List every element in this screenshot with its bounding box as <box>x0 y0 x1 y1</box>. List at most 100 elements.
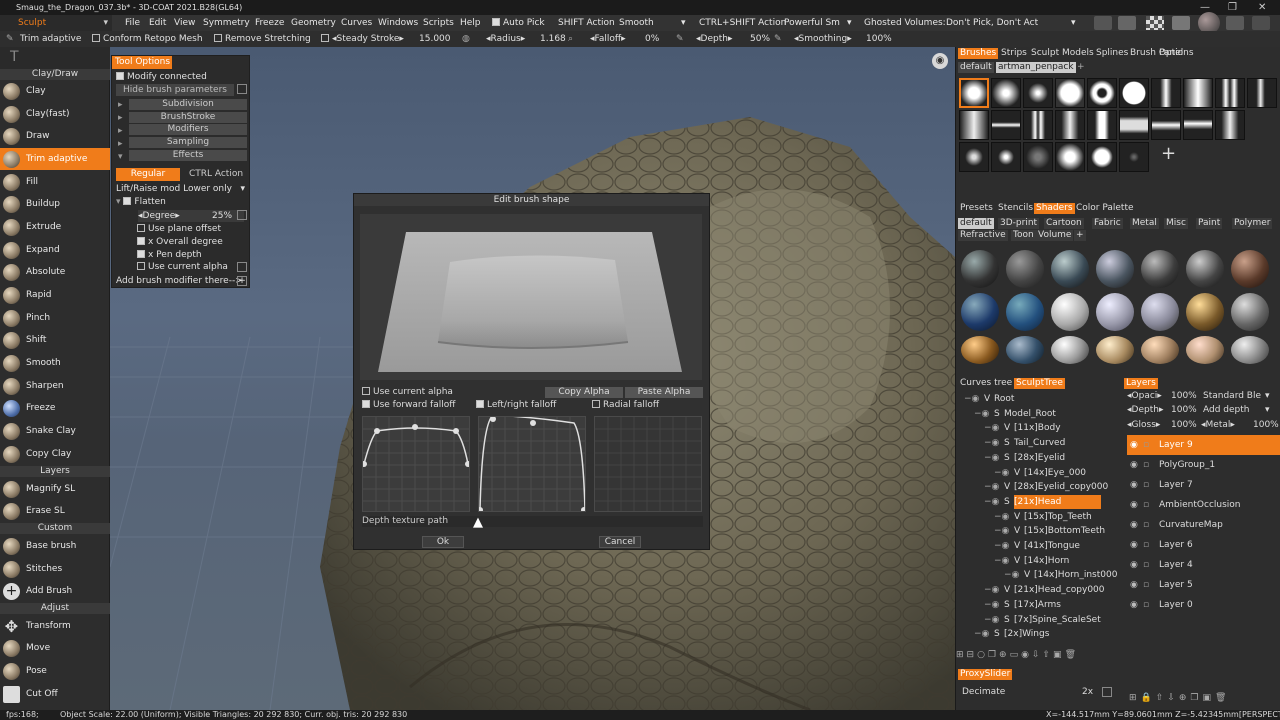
menu-edit[interactable]: Edit <box>149 15 166 31</box>
shader-cat-cartoon[interactable]: Cartoon <box>1044 218 1084 229</box>
menu-curves[interactable]: Curves <box>341 15 372 31</box>
steady-stroke-value[interactable]: 15.000 <box>419 31 451 47</box>
ghosted-volumes-select[interactable]: Don't Pick, Don't Act ▾ <box>946 15 1076 31</box>
shader-ball-6[interactable] <box>1186 250 1224 288</box>
flatten-toggle[interactable]: ▾ Flatten <box>116 196 249 208</box>
paste-alpha-button[interactable]: Paste Alpha <box>625 387 703 398</box>
section-modifiers[interactable]: Modifiers <box>129 124 247 135</box>
lift-raise-select[interactable]: Lift/Raise mod Lower only ▾ <box>116 183 249 195</box>
tool-fill[interactable]: Fill <box>0 171 110 193</box>
tab-sculpt-models[interactable]: Sculpt Models <box>1029 48 1096 59</box>
lock-icon[interactable]: ▫ <box>1143 595 1149 615</box>
use-current-alpha-checkbox[interactable]: Use current alpha <box>362 387 453 397</box>
shader-cat-default[interactable]: default <box>958 218 994 229</box>
shader-ball-8[interactable] <box>961 293 999 331</box>
eye-icon[interactable]: ◉ <box>1130 515 1138 535</box>
section-effects[interactable]: Effects <box>129 150 247 161</box>
section-sampling[interactable]: Sampling <box>129 137 247 148</box>
tool-pose[interactable]: Pose <box>0 660 110 682</box>
layer-item[interactable]: ◉ ▫ Layer 5 <box>1127 575 1280 595</box>
brush-alpha-12[interactable] <box>991 110 1021 140</box>
shader-cat-polymer[interactable]: Polymer <box>1232 218 1273 229</box>
shader-cat-toon[interactable]: Toon <box>1011 230 1036 241</box>
tool-magnify-sl[interactable]: Magnify SL <box>0 478 110 500</box>
menu-file[interactable]: File <box>125 15 140 31</box>
opacity-row[interactable]: ◂Opaci▸ 100% Standard Ble ▾ <box>1127 390 1280 402</box>
radial-falloff-curve[interactable] <box>594 416 702 512</box>
settings-icon[interactable] <box>1102 687 1112 697</box>
shader-ball-3[interactable] <box>1051 250 1089 288</box>
visibility-icon[interactable]: ◉ <box>1021 650 1032 660</box>
lock-icon[interactable]: ▫ <box>1143 455 1149 475</box>
lock-icon[interactable]: 🔒 <box>1141 693 1156 703</box>
smoothing-value[interactable]: 100% <box>866 31 892 47</box>
tab-stencils[interactable]: Stencils <box>996 203 1035 214</box>
delete-icon[interactable]: 🗑 <box>1215 693 1230 703</box>
tool-shift[interactable]: Shift <box>0 329 110 351</box>
shader-cat-fabric[interactable]: Fabric <box>1092 218 1123 229</box>
tool-sharpen[interactable]: Sharpen <box>0 375 110 397</box>
merge-icon[interactable]: ⊕ <box>1179 693 1191 703</box>
tab-curves-tree[interactable]: Curves tree <box>958 378 1014 389</box>
brush-alpha-10[interactable] <box>1247 78 1277 108</box>
add-brush-modifier[interactable]: Add brush modifier there--> + <box>116 275 249 287</box>
room-selector[interactable]: Sculpt ▾ <box>0 15 112 31</box>
tool-clay-fast[interactable]: Clay(fast) <box>0 103 110 125</box>
shader-cat-paint[interactable]: Paint <box>1196 218 1223 229</box>
shader-ball-11[interactable] <box>1096 293 1134 331</box>
pen-pressure-icon[interactable]: ◍ <box>462 31 470 47</box>
light-icon[interactable] <box>1172 16 1190 30</box>
lock-icon[interactable]: ▫ <box>1143 575 1149 595</box>
import-icon[interactable]: ⇩ <box>1032 650 1043 660</box>
layer-item[interactable]: ◉ ▫ PolyGroup_1 <box>1127 455 1280 475</box>
tab-splines[interactable]: Splines <box>1094 48 1130 59</box>
tab-panel[interactable] <box>1193 48 1197 59</box>
ctrl-shift-action-select[interactable]: Powerful Sm ▾ <box>784 15 854 31</box>
tab-options[interactable]: Panel <box>1157 48 1185 59</box>
shader-ball-18[interactable] <box>1096 336 1134 364</box>
falloff-value[interactable]: 0% <box>645 31 659 47</box>
overall-degree-toggle[interactable]: x Overall degree <box>137 236 270 248</box>
menu-windows[interactable]: Windows <box>378 15 418 31</box>
tool-copy-clay[interactable]: Copy Clay <box>0 443 110 465</box>
lock-icon[interactable]: ▫ <box>1143 515 1149 535</box>
auto-pick-toggle[interactable]: Auto Pick <box>492 15 545 31</box>
copy-alpha-button[interactable]: Copy Alpha <box>545 387 623 398</box>
layer-item[interactable]: ◉ ▫ Layer 0 <box>1127 595 1280 615</box>
brush-alpha-4[interactable] <box>1055 78 1085 108</box>
layer-item[interactable]: ◉ ▫ AmbientOcclusion <box>1127 495 1280 515</box>
lock-icon[interactable]: ▫ <box>1143 535 1149 555</box>
tab-shaders[interactable]: Shaders <box>1034 203 1075 214</box>
add-brush-set-icon[interactable]: + <box>1075 62 1087 73</box>
shader-ball-21[interactable] <box>1231 336 1269 364</box>
section-subdivision[interactable]: Subdivision <box>129 99 247 110</box>
tool-expand[interactable]: Expand <box>0 239 110 261</box>
steady-stroke-toggle[interactable]: ◂Steady Stroke▸ <box>321 31 404 47</box>
tool-transform[interactable]: ✥ Transform <box>0 615 110 637</box>
use-plane-offset-toggle[interactable]: Use plane offset <box>137 223 270 235</box>
shader-ball-17[interactable] <box>1051 336 1089 364</box>
brush-alpha-21[interactable] <box>991 142 1021 172</box>
tool-stitches[interactable]: Stitches <box>0 558 110 580</box>
eye-icon[interactable]: ◉ <box>1130 575 1138 595</box>
settings-icon[interactable]: ▣ <box>1202 693 1215 703</box>
tool-clay[interactable]: Clay <box>0 80 110 102</box>
tab-color-palette[interactable]: Color Palette <box>1074 203 1136 214</box>
layer-item[interactable]: ◉ ▫ Layer 6 <box>1127 535 1280 555</box>
tab-proxy-slider[interactable]: ProxySlider <box>958 669 1013 680</box>
add-surface-icon[interactable]: ⊟ <box>967 650 978 660</box>
layer-item[interactable]: ◉ ▫ Layer 9 <box>1127 435 1280 455</box>
depth-texture-path-field[interactable]: Depth texture path <box>362 516 703 527</box>
eye-icon[interactable]: ◉ <box>1130 495 1138 515</box>
expand-icon[interactable] <box>237 210 247 220</box>
lock-icon[interactable]: ▫ <box>1143 555 1149 575</box>
section-brushstroke[interactable]: BrushStroke <box>129 112 247 123</box>
magnify-icon[interactable]: ⌕ <box>568 31 573 47</box>
tab-presets[interactable]: Presets <box>958 203 995 214</box>
tool-pinch[interactable]: Pinch <box>0 307 110 329</box>
tree-item[interactable]: −◉ V Root <box>956 392 1121 406</box>
eye-icon[interactable]: ◉ <box>1130 535 1138 555</box>
tab-sculpt-tree[interactable]: SculptTree <box>1014 378 1065 389</box>
brush-alpha-3[interactable] <box>1023 78 1053 108</box>
brush-alpha-20[interactable] <box>959 142 989 172</box>
